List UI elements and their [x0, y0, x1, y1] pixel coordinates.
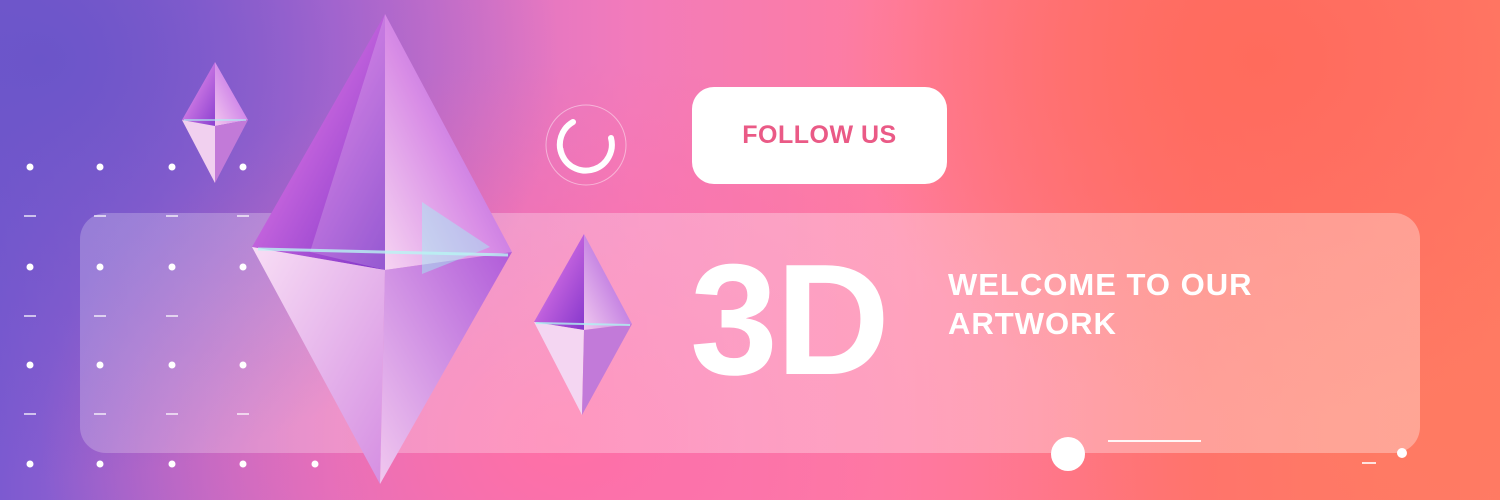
carousel-indicator-line[interactable]	[1108, 440, 1201, 442]
follow-us-button[interactable]: FOLLOW US	[692, 87, 947, 184]
gem-icon	[182, 62, 248, 183]
loading-ring-icon	[545, 104, 627, 186]
gem-icon	[252, 14, 512, 484]
headline-3d: 3D	[690, 232, 890, 408]
decor-dash	[1362, 462, 1376, 464]
gem-icon	[534, 234, 632, 415]
hero-banner: FOLLOW US 3D WELCOME TO OUR ARTWORK	[0, 0, 1500, 500]
tagline-line-1: WELCOME TO OUR	[948, 267, 1253, 302]
welcome-tagline: WELCOME TO OUR ARTWORK	[948, 265, 1348, 343]
decor-dot	[1397, 448, 1407, 458]
carousel-indicator-active-dot[interactable]	[1051, 437, 1085, 471]
tagline-line-2: ARTWORK	[948, 306, 1117, 341]
